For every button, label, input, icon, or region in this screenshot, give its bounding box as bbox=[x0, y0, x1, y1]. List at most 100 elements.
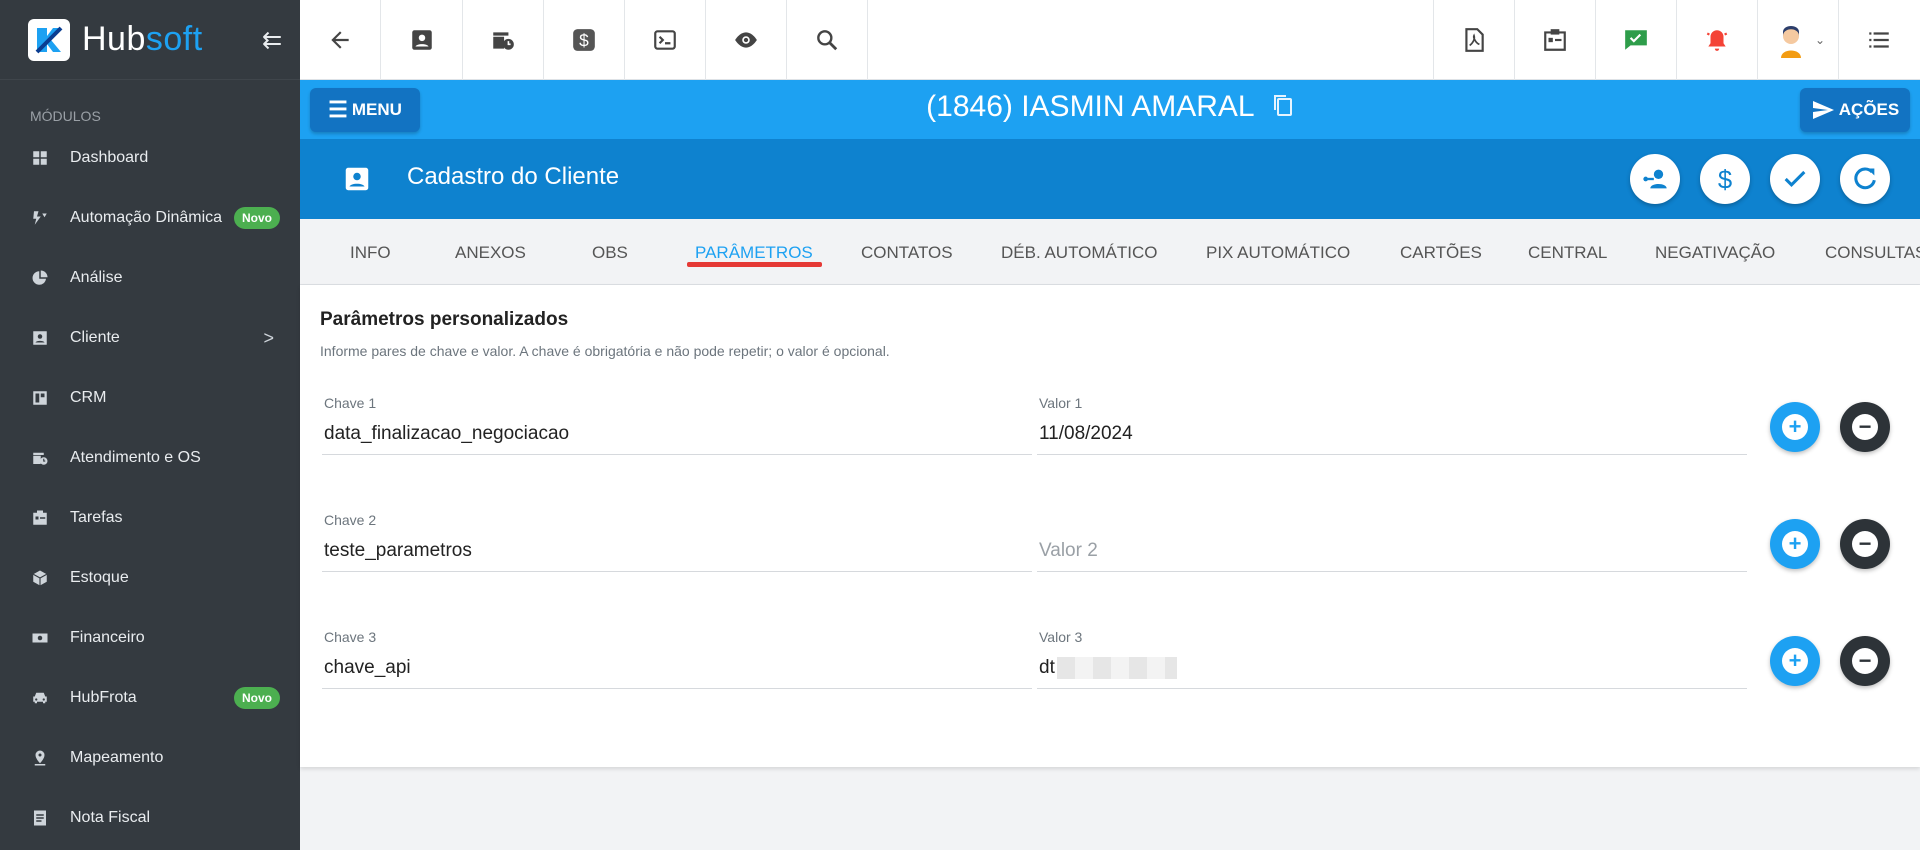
sidebar-item-label: Mapeamento bbox=[70, 749, 164, 766]
schedule-button[interactable] bbox=[463, 0, 544, 80]
section-header: Cadastro do Cliente $ bbox=[300, 139, 1920, 219]
sidebar-item-atendimento[interactable]: Atendimento e OS bbox=[0, 428, 300, 488]
sidebar-item-hubfrota[interactable]: HubFrota Novo bbox=[0, 668, 300, 728]
plus-icon: + bbox=[1782, 648, 1808, 674]
top-toolbar: $ ⌄ bbox=[300, 0, 1920, 80]
tab-info[interactable]: INFO bbox=[350, 243, 391, 263]
collapse-sidebar-icon[interactable]: ⇇ bbox=[262, 26, 282, 55]
tab-consultas[interactable]: CONSULTAS bbox=[1825, 243, 1920, 263]
hubsoft-logo-icon[interactable] bbox=[28, 18, 70, 61]
chat-approved-button[interactable] bbox=[1595, 0, 1676, 80]
key-input[interactable] bbox=[324, 540, 1024, 562]
confirm-button[interactable] bbox=[1770, 154, 1820, 204]
pdf-button[interactable] bbox=[1433, 0, 1514, 80]
sidebar-item-label: Cliente bbox=[70, 329, 120, 346]
tab-bar: INFO ANEXOS OBS PARÂMETROS CONTATOS DÉB.… bbox=[300, 219, 1920, 285]
add-row-button[interactable]: + bbox=[1770, 519, 1820, 569]
tasks-button[interactable] bbox=[1514, 0, 1595, 80]
alarm-button[interactable] bbox=[1676, 0, 1757, 80]
link-client-button[interactable] bbox=[1630, 154, 1680, 204]
back-button[interactable] bbox=[300, 0, 381, 80]
sidebar-item-label: Estoque bbox=[70, 569, 129, 586]
sidebar-item-nota-fiscal[interactable]: Nota Fiscal bbox=[0, 788, 300, 848]
sidebar-item-analise[interactable]: Análise bbox=[0, 248, 300, 308]
value-input[interactable]: dt bbox=[1039, 657, 1739, 679]
remove-row-button[interactable]: − bbox=[1840, 636, 1890, 686]
value-field-3: Valor 3 dt bbox=[1037, 629, 1747, 689]
finance-action-button[interactable]: $ bbox=[1700, 154, 1750, 204]
search-button[interactable] bbox=[787, 0, 868, 80]
view-button[interactable] bbox=[706, 0, 787, 80]
sidebar-item-crm[interactable]: CRM bbox=[0, 368, 300, 428]
key-field-2: Chave 2 bbox=[322, 512, 1032, 572]
value-input[interactable] bbox=[1039, 423, 1739, 445]
remove-row-button[interactable]: − bbox=[1840, 402, 1890, 452]
section-title: Cadastro do Cliente bbox=[407, 163, 620, 190]
tab-central[interactable]: CENTRAL bbox=[1528, 243, 1607, 263]
refresh-button[interactable] bbox=[1840, 154, 1890, 204]
sidebar-item-label: CRM bbox=[70, 389, 107, 406]
sidebar-item-estoque[interactable]: Estoque bbox=[0, 548, 300, 608]
finance-button[interactable]: $ bbox=[544, 0, 625, 80]
chat-check-icon bbox=[1625, 30, 1647, 50]
tab-pix-automatico[interactable]: PIX AUTOMÁTICO bbox=[1206, 243, 1350, 263]
active-tab-indicator bbox=[687, 262, 822, 267]
svg-text:$: $ bbox=[1718, 166, 1732, 193]
redacted-value bbox=[1056, 657, 1177, 679]
tab-cartoes[interactable]: CARTÕES bbox=[1400, 243, 1482, 263]
pie-chart-icon bbox=[30, 268, 50, 288]
sidebar-item-mapeamento[interactable]: Mapeamento bbox=[0, 728, 300, 788]
tasks-icon bbox=[1544, 29, 1566, 51]
contact-card-icon bbox=[342, 164, 372, 199]
client-bar: ☰ MENU (1846) IASMIN AMARAL AÇÕES bbox=[300, 80, 1920, 139]
calendar-clock-icon bbox=[493, 32, 514, 50]
sidebar-item-label: Atendimento e OS bbox=[70, 449, 201, 466]
tab-contatos[interactable]: CONTATOS bbox=[861, 243, 953, 263]
dollar-icon: $ bbox=[1718, 166, 1732, 193]
client-card-button[interactable] bbox=[382, 0, 463, 80]
value-input[interactable] bbox=[1039, 540, 1739, 562]
box-icon bbox=[30, 568, 50, 588]
tasks-icon bbox=[30, 508, 50, 528]
check-icon bbox=[1784, 170, 1806, 187]
sidebar-item-label: Automação Dinâmica bbox=[70, 209, 223, 226]
client-title: (1846) IASMIN AMARAL bbox=[300, 90, 1920, 125]
add-row-button[interactable]: + bbox=[1770, 402, 1820, 452]
invoice-icon bbox=[30, 808, 50, 828]
tab-negativacao[interactable]: NEGATIVAÇÃO bbox=[1655, 243, 1775, 263]
key-input[interactable] bbox=[324, 423, 1024, 445]
user-menu-button[interactable]: ⌄ bbox=[1757, 0, 1838, 80]
tab-obs[interactable]: OBS bbox=[592, 243, 628, 263]
tab-anexos[interactable]: ANEXOS bbox=[455, 243, 526, 263]
plus-icon: + bbox=[1782, 414, 1808, 440]
minus-icon: − bbox=[1852, 414, 1878, 440]
sidebar-item-financeiro[interactable]: Financeiro bbox=[0, 608, 300, 668]
terminal-icon bbox=[654, 30, 676, 50]
terminal-button[interactable] bbox=[625, 0, 706, 80]
tab-deb-automatico[interactable]: DÉB. AUTOMÁTICO bbox=[1001, 243, 1158, 263]
user-link-icon bbox=[1643, 169, 1667, 189]
sidebar-item-dashboard[interactable]: Dashboard bbox=[0, 128, 300, 188]
money-icon bbox=[30, 628, 50, 648]
key-label: Chave 2 bbox=[324, 512, 377, 528]
add-row-button[interactable]: + bbox=[1770, 636, 1820, 686]
remove-row-button[interactable]: − bbox=[1840, 519, 1890, 569]
copy-icon[interactable] bbox=[1272, 91, 1294, 125]
chevron-down-icon: ⌄ bbox=[1814, 33, 1826, 47]
actions-button[interactable]: AÇÕES bbox=[1800, 88, 1910, 132]
chevron-right-icon: > bbox=[263, 327, 274, 348]
list-menu-button[interactable] bbox=[1838, 0, 1919, 80]
key-input[interactable] bbox=[324, 657, 1024, 679]
board-icon bbox=[30, 388, 50, 408]
tab-parametros[interactable]: PARÂMETROS bbox=[695, 243, 813, 263]
value-text: dt bbox=[1039, 657, 1055, 679]
refresh-icon bbox=[1854, 167, 1876, 190]
sidebar-item-automacao[interactable]: Automação Dinâmica Novo bbox=[0, 188, 300, 248]
sidebar: Hubsoft ⇇ MÓDULOS Dashboard Automação Di… bbox=[0, 0, 300, 850]
key-field-1: Chave 1 bbox=[322, 395, 1032, 455]
svg-text:$: $ bbox=[579, 31, 589, 51]
sidebar-item-label: HubFrota bbox=[70, 689, 137, 706]
sidebar-item-tarefas[interactable]: Tarefas bbox=[0, 488, 300, 548]
new-badge: Novo bbox=[234, 207, 280, 229]
sidebar-item-cliente[interactable]: Cliente > bbox=[0, 308, 300, 368]
